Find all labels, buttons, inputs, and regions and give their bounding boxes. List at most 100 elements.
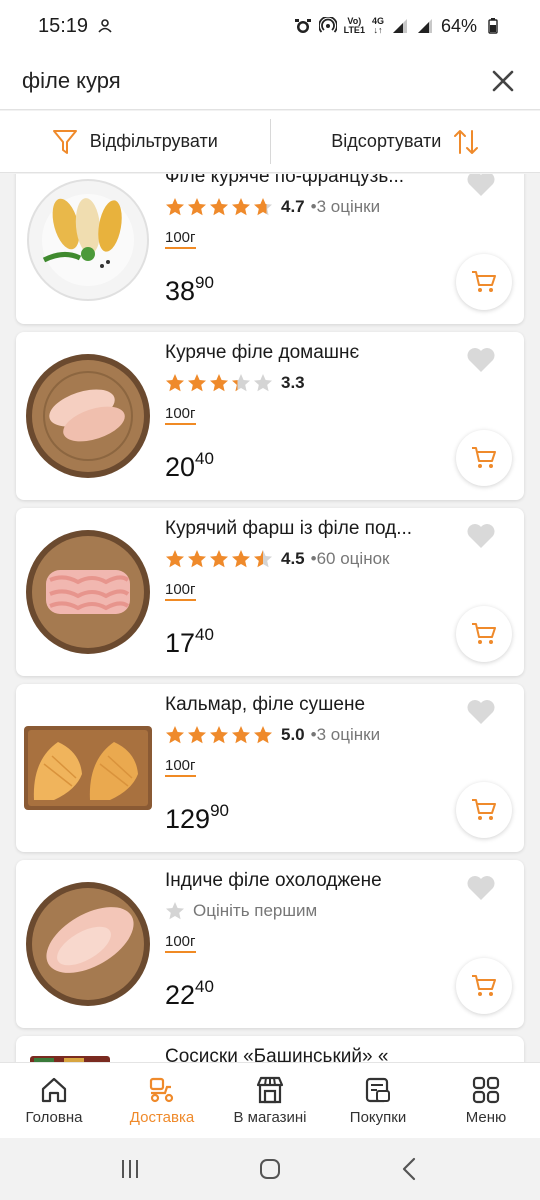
product-unit: 100г [165,581,196,601]
product-card[interactable]: Індиче філе охолоджене Оцініть першим 10… [16,860,524,1028]
product-title[interactable]: Кальмар, філе сушене [165,694,445,716]
product-rating: 3.3 [165,373,311,393]
product-title[interactable]: Куряче філе домашнє [165,342,445,364]
rating-score: 4.5 [281,549,305,568]
favorite-heart-icon[interactable] [466,698,496,726]
system-navigation [0,1138,540,1200]
nav-home[interactable]: Головна [0,1063,108,1138]
rating-stars [165,725,273,745]
product-title[interactable]: Курячий фарш із філе под... [165,518,445,540]
volte-bottom: LTE1 [343,25,365,35]
nav-store[interactable]: В магазині [216,1063,324,1138]
notification-icon [98,19,112,33]
rating-count: 3 оцінки [316,725,381,744]
full-star-icon [254,726,272,744]
cart-icon [472,623,496,644]
full-star-icon [188,198,206,216]
full-star-icon [166,198,184,216]
full-star-icon [210,550,228,568]
product-title[interactable]: Індиче філе охолоджене [165,870,445,892]
recent-apps-icon[interactable] [115,1154,145,1184]
full-star-icon [188,550,206,568]
price-main: 38 [165,276,196,306]
menu-grid-icon [472,1076,500,1104]
empty-star-icon [166,902,184,920]
cart-icon [472,975,496,996]
add-to-cart-button[interactable] [456,606,512,662]
data-arrows-icon: ↓↑ [373,25,383,35]
rating-stars [165,373,273,393]
price-cents: 40 [195,977,214,996]
product-card[interactable]: Курячий фарш із філе под... 4.5 • 60 оці… [16,508,524,676]
search-query[interactable]: філе куря [22,68,121,94]
add-to-cart-button[interactable] [456,430,512,486]
signal-icon [392,19,407,33]
hotspot-icon [318,17,337,33]
favorite-heart-icon[interactable] [466,522,496,550]
product-price: 2240 [165,977,214,1011]
full-star-icon [210,374,228,392]
home-button-icon[interactable] [255,1154,285,1184]
battery-percent: 64% [440,15,477,36]
signal-2-icon [417,19,432,33]
add-to-cart-button[interactable] [456,782,512,838]
favorite-heart-icon[interactable] [466,346,496,374]
filter-button[interactable]: Відфільтрувати [0,111,270,172]
favorite-heart-icon[interactable] [466,874,496,902]
product-rating: 4.5 • 60 оцінок [165,549,389,569]
product-image-raw-chicken [26,354,150,478]
full-star-icon [166,374,184,392]
back-icon[interactable] [395,1154,425,1184]
nav-menu[interactable]: Меню [432,1063,540,1138]
store-icon [256,1076,284,1104]
sort-label: Відсортувати [331,131,442,151]
home-icon [41,1077,67,1103]
purchases-icon [365,1077,390,1103]
product-unit: 100г [165,757,196,777]
price-main: 20 [165,452,196,482]
close-icon[interactable] [488,66,518,96]
rating-stars-single [165,901,185,921]
product-price: 2040 [165,449,214,483]
full-star-icon [210,198,228,216]
filter-label: Відфільтрувати [89,131,218,151]
price-cents: 90 [195,273,214,292]
half-star-icon [232,374,250,392]
price-cents: 40 [195,625,214,644]
product-title[interactable]: Філе куряче по-французь... [165,174,445,188]
product-list: Філе куряче по-французь... 4.7 • 3 оцінк… [0,174,540,1062]
nav-store-label: В магазині [233,1109,307,1126]
add-to-cart-button[interactable] [456,958,512,1014]
bottom-navigation: Головна Доставка В магазині Покупки Меню [0,1062,540,1138]
rating-score: 3.3 [281,373,305,392]
price-main: 129 [165,804,211,834]
product-price: 12990 [165,801,229,835]
product-card[interactable]: Кальмар, філе сушене 5.0 • 3 оцінки 100г… [16,684,524,852]
product-list-inner: Філе куряче по-французь... 4.7 • 3 оцінк… [0,174,540,1062]
cart-icon [472,271,496,292]
favorite-heart-icon[interactable] [466,174,496,198]
nav-delivery[interactable]: Доставка [108,1063,216,1138]
product-unit: 100г [165,933,196,953]
product-image-minced-meat [26,530,150,654]
volte-label: Vo) LTE1 [344,17,365,35]
app-screen: 15:19 Vo) LTE1 4G ↓↑ 64% філе куря Відфіль… [0,0,540,1200]
full-star-icon [232,198,250,216]
product-image-dried-squid [24,726,152,810]
empty-star-icon [254,374,272,392]
nav-purchases[interactable]: Покупки [324,1063,432,1138]
cart-icon [472,799,496,820]
add-to-cart-button[interactable] [456,254,512,310]
search-header: філе куря [0,52,540,110]
full-star-icon [166,726,184,744]
product-unit: 100г [165,405,196,425]
product-card[interactable]: Філе куряче по-французь... 4.7 • 3 оцінк… [16,174,524,324]
sort-button[interactable]: Відсортувати [271,111,540,172]
product-rating: 5.0 • 3 оцінки [165,725,380,745]
price-cents: 40 [195,449,214,468]
rate-first-label[interactable]: Оцініть першим [193,901,317,921]
price-main: 17 [165,628,196,658]
product-card[interactable]: Сосиски «Башинський» « [16,1036,524,1062]
product-card[interactable]: Куряче філе домашнє 3.3 100г 2040 [16,332,524,500]
product-title[interactable]: Сосиски «Башинський» « [165,1046,445,1062]
